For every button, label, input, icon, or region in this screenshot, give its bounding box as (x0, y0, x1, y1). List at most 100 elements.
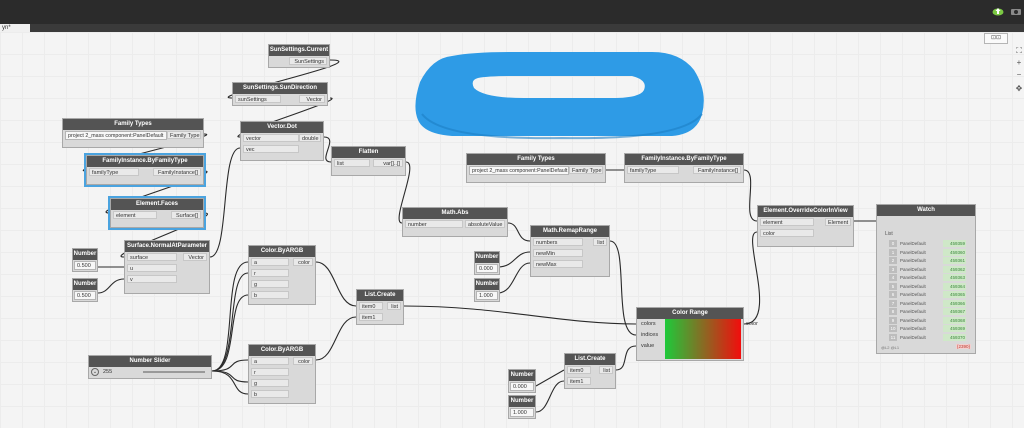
input-port[interactable]: r (251, 368, 289, 376)
node-list-create[interactable]: List.Create item0 item1 list (356, 289, 404, 325)
node-number[interactable]: Number 0.500 (72, 248, 98, 272)
input-port[interactable]: b (251, 291, 289, 299)
node-list-create[interactable]: List.Create item0 item1 list (564, 353, 616, 389)
output-port[interactable]: color (293, 357, 313, 365)
input-port[interactable]: surface (127, 253, 177, 261)
node-family-types[interactable]: Family Types project 2_mass component:Pa… (466, 153, 606, 183)
family-type-dropdown[interactable]: project 2_mass component:PanelDefault (65, 131, 167, 140)
node-math-remaprange[interactable]: Math.RemapRange numbers newMin newMax li… (530, 225, 610, 277)
slider-expand-icon[interactable]: ⌄ (91, 368, 99, 376)
node-number[interactable]: Number 0.000 (474, 251, 500, 275)
input-port[interactable]: element (113, 211, 157, 219)
input-port[interactable]: a (251, 357, 289, 365)
input-port[interactable]: indices (639, 331, 665, 339)
node-familyinstance-byfamilytype[interactable]: FamilyInstance.ByFamilyType familyType F… (624, 153, 744, 183)
number-input[interactable]: 0.000 (510, 382, 534, 391)
node-number[interactable]: Number 0.000 (508, 369, 536, 393)
node-number[interactable]: Number 0.500 (72, 278, 98, 302)
input-port[interactable]: newMin (533, 249, 583, 257)
node-flatten[interactable]: Flatten list var[]..[] (331, 146, 406, 176)
input-port[interactable]: color (760, 229, 814, 237)
input-port[interactable]: g (251, 280, 289, 288)
camera-icon[interactable] (1010, 6, 1022, 16)
output-port[interactable]: Surface[] (171, 211, 201, 219)
node-number-slider[interactable]: Number Slider ⌄ 255 (88, 355, 212, 379)
node-element-overridecolorinview[interactable]: Element.OverrideColorInView element colo… (757, 205, 854, 247)
input-port[interactable]: element (760, 218, 814, 226)
watch-item-label: PanelDefault (900, 275, 926, 280)
output-port[interactable]: Family Type (569, 166, 603, 174)
input-port[interactable]: v (127, 275, 177, 283)
output-port[interactable]: FamilyInstance[] (693, 166, 741, 174)
input-port[interactable]: number (405, 220, 463, 228)
node-element-faces[interactable]: Element.Faces element Surface[] (110, 198, 204, 228)
node-math-abs[interactable]: Math.Abs number absoluteValue (402, 207, 508, 237)
node-family-types[interactable]: Family Types project 2_mass component:Pa… (62, 118, 204, 148)
input-port[interactable]: value (639, 342, 665, 350)
input-port[interactable]: colors (639, 320, 665, 328)
output-port[interactable]: var[]..[] (373, 159, 403, 167)
cloud-upload-icon[interactable] (992, 6, 1004, 16)
input-port[interactable]: familyType (627, 166, 679, 174)
output-port[interactable]: FamilyInstance[] (153, 168, 201, 176)
input-port[interactable]: item1 (567, 377, 591, 385)
zoom-out-icon[interactable]: − (1014, 70, 1024, 80)
zoom-in-icon[interactable]: + (1014, 58, 1024, 68)
number-input[interactable]: 1.000 (476, 291, 498, 300)
input-port[interactable]: numbers (533, 238, 583, 246)
node-color-byargb[interactable]: Color.ByARGB a r g b color (248, 245, 316, 305)
output-port[interactable]: Vector (299, 95, 325, 103)
input-port[interactable]: item1 (359, 313, 383, 321)
file-tab[interactable]: yn* (0, 24, 30, 32)
node-color-byargb[interactable]: Color.ByARGB a r g b color (248, 344, 316, 404)
node-watch[interactable]: Watch List 0 PanelDefault 459359 1 PanelDefa… (876, 204, 976, 354)
node-title: Surface.NormalAtParameter (125, 241, 209, 252)
number-input[interactable]: 0.500 (74, 291, 96, 300)
input-port[interactable]: familyType (89, 168, 139, 176)
output-port[interactable]: list (599, 366, 613, 374)
number-input[interactable]: 1.000 (510, 408, 534, 417)
node-surface-normalatparameter[interactable]: Surface.NormalAtParameter surface u v Ve… (124, 240, 210, 294)
node-sunsettings-current[interactable]: SunSettings.Current SunSettings (268, 44, 330, 68)
node-sunsettings-sundirection[interactable]: SunSettings.SunDirection sunSettings Vec… (232, 82, 328, 106)
number-input[interactable]: 0.500 (74, 261, 96, 270)
watch-list-item: 2 PanelDefault 459361 (889, 257, 966, 264)
output-port[interactable]: color (293, 258, 313, 266)
node-number[interactable]: Number 1.000 (508, 395, 536, 419)
output-port[interactable]: color (744, 320, 760, 328)
output-port[interactable]: Vector (183, 253, 207, 261)
output-port[interactable]: list (593, 238, 607, 246)
input-port[interactable]: sunSettings (235, 95, 281, 103)
input-port[interactable]: r (251, 269, 289, 277)
zoom-fit-icon[interactable]: ⛶ (1014, 46, 1024, 56)
number-input[interactable]: 0.000 (476, 264, 498, 273)
input-port[interactable]: a (251, 258, 289, 266)
input-port[interactable]: g (251, 379, 289, 387)
output-port[interactable]: absoluteValue (465, 220, 505, 228)
output-port[interactable]: list (387, 302, 401, 310)
input-port[interactable]: newMax (533, 260, 583, 268)
input-port[interactable]: b (251, 390, 289, 398)
output-port[interactable]: SunSettings (289, 57, 327, 65)
pan-icon[interactable]: ✥ (1014, 84, 1024, 94)
node-vector-dot[interactable]: Vector.Dot vector vec double (240, 121, 324, 161)
input-port[interactable]: list (334, 159, 370, 167)
tab-strip (0, 24, 1024, 32)
input-port[interactable]: u (127, 264, 177, 272)
input-port[interactable]: vec (243, 145, 299, 153)
output-port[interactable]: double (299, 134, 321, 142)
watch-item-label: PanelDefault (900, 283, 926, 289)
output-port[interactable]: Element (825, 218, 851, 226)
node-familyinstance-byfamilytype[interactable]: FamilyInstance.ByFamilyType familyType F… (86, 155, 204, 185)
input-port[interactable]: vector (243, 134, 299, 142)
input-port[interactable]: item0 (567, 366, 591, 374)
input-port[interactable]: item0 (359, 302, 383, 310)
output-port[interactable]: Family Type (167, 131, 201, 139)
family-type-dropdown[interactable]: project 2_mass component:PanelDefault (469, 166, 569, 175)
slider-track[interactable] (143, 371, 205, 373)
node-number[interactable]: Number 1.000 (474, 278, 500, 302)
node-color-range[interactable]: Color Range colors indices value (636, 307, 744, 361)
node-color-range-output[interactable]: color (744, 318, 760, 330)
node-title: Number Slider (89, 356, 211, 367)
view-toggle-icon[interactable]: ⊡⊡ (984, 33, 1008, 44)
